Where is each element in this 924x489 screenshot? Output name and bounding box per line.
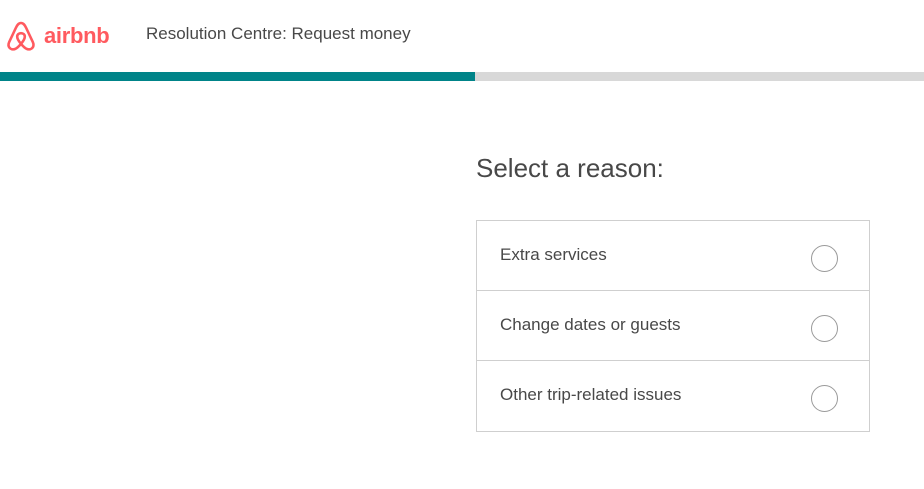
reason-section: Select a reason: Extra services Change d… <box>476 150 870 432</box>
progress-bar <box>0 72 924 81</box>
radio-button[interactable] <box>811 315 838 342</box>
reason-option-extra-services[interactable]: Extra services <box>477 221 869 291</box>
question-heading: Select a reason: <box>476 153 664 183</box>
reason-options: Extra services Change dates or guests Ot… <box>476 220 870 432</box>
top-bar: airbnb Resolution Centre: Request money <box>0 0 924 72</box>
airbnb-logo[interactable]: airbnb <box>4 19 110 53</box>
reason-option-label: Other trip-related issues <box>500 385 682 404</box>
radio-button[interactable] <box>811 245 838 272</box>
progress-bar-fill <box>0 72 475 81</box>
reason-option-change-dates[interactable]: Change dates or guests <box>477 291 869 361</box>
page-title: Resolution Centre: Request money <box>146 24 411 43</box>
reason-option-label: Change dates or guests <box>500 315 681 334</box>
airbnb-wordmark: airbnb <box>44 23 110 48</box>
radio-button[interactable] <box>811 385 838 412</box>
reason-option-other-issues[interactable]: Other trip-related issues <box>477 361 869 431</box>
reason-option-label: Extra services <box>500 245 607 264</box>
airbnb-belo-icon <box>7 21 35 51</box>
